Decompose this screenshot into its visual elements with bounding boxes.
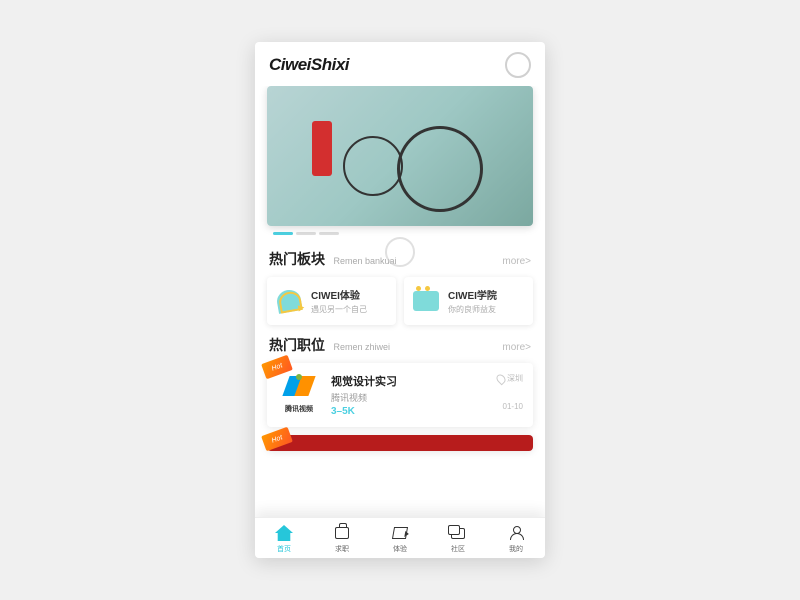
card-desc: 遇见另一个自己 <box>311 304 367 315</box>
card-xueyuan[interactable]: CIWEI学院 你的良师益友 <box>404 277 533 325</box>
section-title: 热门板块 <box>269 251 325 267</box>
carousel-dot[interactable] <box>273 232 293 235</box>
job-salary: 3–5K <box>331 406 487 417</box>
user-icon <box>506 524 526 542</box>
chat-icon <box>448 524 468 542</box>
search-icon[interactable] <box>505 52 531 78</box>
category-cards: CIWEI体验 遇见另一个自己 CIWEI学院 你的良师益友 <box>267 277 533 325</box>
card-title: CIWEI学院 <box>448 287 497 302</box>
content-area: 热门板块 Remen bankuai more> CIWEI体验 遇见另一个自己… <box>255 86 545 517</box>
location-icon: 深圳 <box>497 373 523 384</box>
card-desc: 你的良师益友 <box>448 304 497 315</box>
hot-badge: Hot <box>261 427 293 452</box>
card-title: CIWEI体验 <box>311 287 367 302</box>
megaphone-icon <box>390 524 410 542</box>
job-card[interactable]: Hot <box>267 435 533 451</box>
card-tiyan[interactable]: CIWEI体验 遇见另一个自己 <box>267 277 396 325</box>
app-logo: CiweiShixi <box>269 55 349 75</box>
camera-icon <box>412 287 440 315</box>
carousel-dot[interactable] <box>319 232 339 235</box>
tab-label: 求职 <box>335 544 349 554</box>
heart-play-icon <box>275 287 303 315</box>
section-title: 热门职位 <box>269 337 325 353</box>
job-company: 腾讯视频 <box>331 391 487 404</box>
tab-label: 首页 <box>277 544 291 554</box>
tab-mine[interactable]: 我的 <box>506 524 526 554</box>
tab-community[interactable]: 社区 <box>448 524 468 554</box>
tab-job[interactable]: 求职 <box>332 524 352 554</box>
home-icon <box>274 524 294 542</box>
tab-experience[interactable]: 体验 <box>390 524 410 554</box>
hero-banner[interactable] <box>267 86 533 226</box>
tab-label: 社区 <box>451 544 465 554</box>
carousel-dots <box>267 232 533 235</box>
tab-bar: 首页 求职 体验 社区 我的 <box>255 517 545 558</box>
loading-spinner-icon <box>385 237 415 267</box>
section-subtitle: Remen zhiwei <box>333 342 390 352</box>
more-link[interactable]: more> <box>502 256 531 267</box>
job-location: 深圳 <box>507 373 523 384</box>
job-title: 视觉设计实习 <box>331 373 487 389</box>
carousel-dot[interactable] <box>296 232 316 235</box>
tab-home[interactable]: 首页 <box>274 524 294 554</box>
more-link[interactable]: more> <box>502 342 531 353</box>
job-date: 01-10 <box>503 402 523 411</box>
section-header-zhiwei: 热门职位 Remen zhiwei more> <box>267 325 533 363</box>
app-screen: CiweiShixi 热门板块 Remen bankuai more> CIWE… <box>255 42 545 558</box>
company-logo: 腾讯视频 <box>277 373 321 417</box>
job-card[interactable]: Hot 腾讯视频 视觉设计实习 腾讯视频 3–5K 深圳 01-10 <box>267 363 533 427</box>
tab-label: 我的 <box>509 544 523 554</box>
tab-label: 体验 <box>393 544 407 554</box>
briefcase-icon <box>332 524 352 542</box>
header: CiweiShixi <box>255 42 545 86</box>
company-logo-text: 腾讯视频 <box>285 404 313 414</box>
